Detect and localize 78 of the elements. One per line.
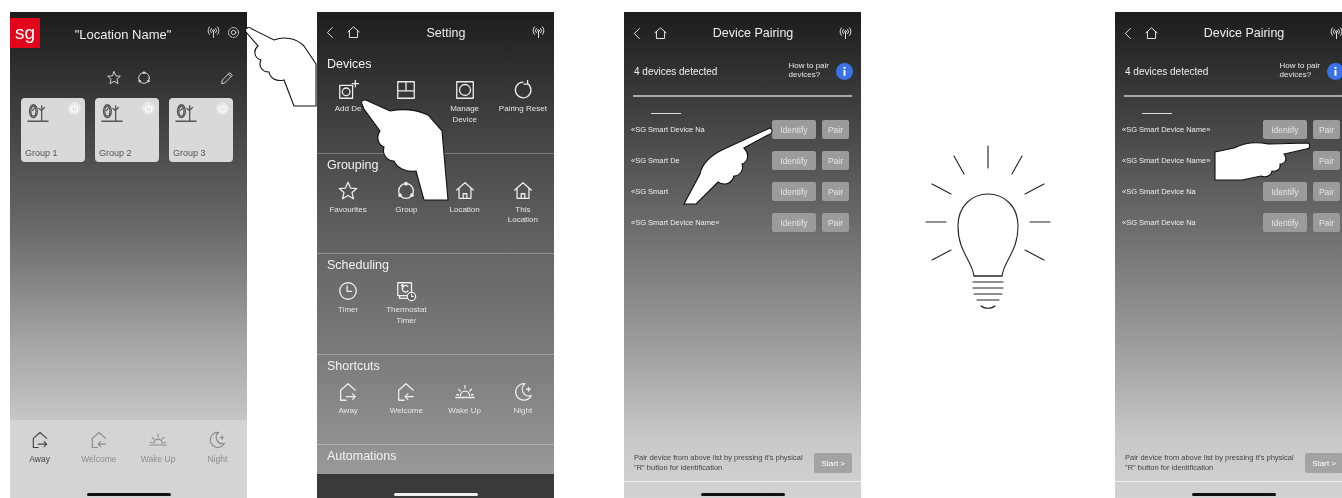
- section-title: Automations: [326, 448, 398, 463]
- identify-button[interactable]: Identify: [1262, 120, 1307, 139]
- item-label[interactable]: This Location: [507, 204, 538, 226]
- pair-button[interactable]: Pair: [821, 182, 849, 201]
- item-label[interactable]: Group: [395, 204, 418, 216]
- info-icon[interactable]: [1327, 62, 1342, 80]
- identify-button[interactable]: Identify: [771, 151, 816, 170]
- signal-icon: [531, 25, 546, 41]
- section-title: Devices: [326, 57, 373, 72]
- group-card[interactable]: Group 3: [169, 98, 233, 162]
- star-icon: [337, 179, 360, 202]
- power-icon: [68, 102, 81, 115]
- item-label[interactable]: Thermostat Timer: [386, 305, 427, 327]
- shortcut-tab[interactable]: Night: [187, 430, 247, 498]
- thermostat-icon: [395, 280, 418, 303]
- lamp-icon: [25, 102, 51, 124]
- star-icon: [105, 70, 122, 86]
- edit-icon: [219, 70, 235, 86]
- power-icon: [142, 102, 155, 115]
- power-icon: [216, 102, 229, 115]
- logo: sg: [10, 18, 40, 48]
- start-button[interactable]: Start >: [1305, 453, 1342, 473]
- location-title: "Location Name": [73, 26, 173, 42]
- item-label[interactable]: Welcome: [389, 406, 423, 417]
- pair-button[interactable]: Pair: [821, 120, 849, 139]
- identify-button[interactable]: Identify: [771, 120, 816, 139]
- pair-button[interactable]: Pair: [1312, 213, 1340, 232]
- item-label[interactable]: Add De: [334, 104, 362, 115]
- identify-button[interactable]: Identify: [1262, 213, 1307, 232]
- pair-button[interactable]: Pair: [1312, 120, 1340, 139]
- circle-icon: [135, 70, 152, 86]
- signal-icon: [206, 25, 221, 40]
- item-label[interactable]: Timer: [338, 305, 359, 316]
- home-icon: [653, 25, 668, 41]
- shortcut-tab[interactable]: Away: [10, 430, 70, 498]
- item-label[interactable]: Wake Up: [448, 406, 481, 417]
- item-label[interactable]: Location: [449, 204, 480, 216]
- pair-button[interactable]: Pair: [1312, 182, 1340, 201]
- item-label[interactable]: Pairing Reset: [498, 104, 547, 115]
- item-label[interactable]: Away: [338, 406, 358, 417]
- group-card[interactable]: Group 2: [95, 98, 159, 162]
- panel-icon: [395, 79, 418, 102]
- house-icon: [453, 179, 476, 202]
- clock-icon: [337, 280, 360, 303]
- identify-button[interactable]: Identify: [1262, 182, 1307, 201]
- lamp-icon: [99, 102, 125, 124]
- help-link[interactable]: How to pair devices?: [788, 62, 829, 80]
- pair-button[interactable]: Pair: [821, 213, 849, 232]
- signal-icon: [838, 25, 853, 41]
- start-button[interactable]: Start >: [814, 453, 852, 473]
- section-title: Grouping: [326, 157, 380, 172]
- add-device-icon: [337, 79, 360, 102]
- help-link[interactable]: How to pair devices?: [1279, 62, 1320, 80]
- screen-title: Setting: [425, 25, 467, 40]
- identify-button[interactable]: Identify: [771, 213, 816, 232]
- moon-icon: [207, 430, 228, 450]
- house-icon: [511, 179, 534, 202]
- settings-icon: [226, 25, 241, 40]
- section-title: Shortcuts: [326, 359, 381, 373]
- device-count: 4 devices detected: [634, 65, 719, 77]
- lamp-icon: [173, 102, 199, 124]
- section-title: Scheduling: [326, 258, 390, 273]
- screen-title: Device Pairing: [1202, 26, 1286, 40]
- shortcut-tab[interactable]: Wake Up: [128, 430, 188, 498]
- item-label[interactable]: Manage Device: [450, 104, 480, 126]
- home-icon: [1144, 25, 1159, 41]
- pair-button[interactable]: Pair: [821, 151, 849, 170]
- item-label[interactable]: Favourites: [329, 204, 367, 216]
- info-icon[interactable]: [836, 62, 853, 80]
- pair-button[interactable]: Pair: [1312, 151, 1340, 170]
- screen-title: Device Pairing: [711, 26, 795, 40]
- identify-button[interactable]: Identify: [771, 182, 816, 201]
- device-count: 4 devices detected: [1125, 65, 1210, 77]
- shortcut-tab[interactable]: Welcome: [69, 430, 129, 498]
- signal-icon: [1329, 25, 1342, 41]
- item-label[interactable]: Night: [513, 406, 533, 417]
- group-card[interactable]: Group 1: [21, 98, 85, 162]
- home-icon: [346, 25, 361, 41]
